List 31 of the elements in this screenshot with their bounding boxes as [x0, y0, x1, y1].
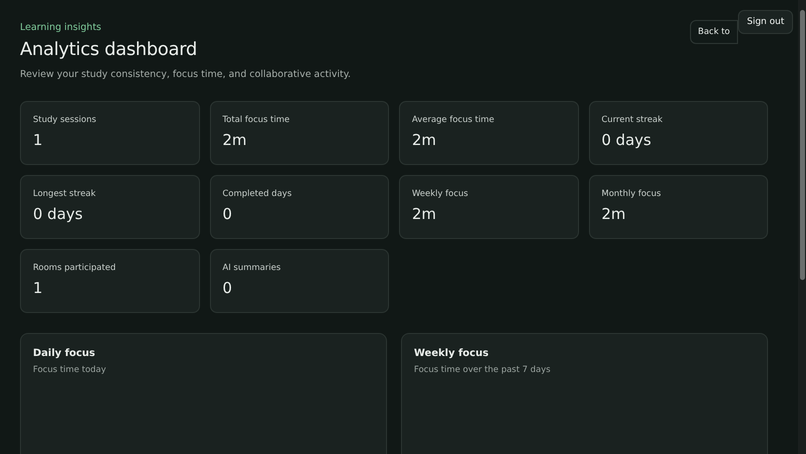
stat-value: 1: [33, 279, 44, 297]
stat-label: Completed days: [222, 189, 293, 199]
sign-out-button[interactable]: Sign out: [738, 10, 794, 34]
stat-label: Average focus time: [412, 115, 496, 125]
panel-subtitle: Focus time over the past 7 days: [414, 365, 552, 375]
stat-label: Rooms participated: [33, 263, 117, 273]
stat-label: AI summaries: [222, 263, 282, 273]
scrollbar-thumb[interactable]: [800, 10, 805, 280]
stat-value: 0 days: [602, 131, 652, 149]
stat-label: Current streak: [602, 115, 664, 125]
stat-value: 2m: [412, 205, 438, 223]
stat-value: 2m: [602, 205, 627, 223]
stat-label: Study sessions: [33, 115, 98, 125]
stat-value: 0: [222, 279, 234, 297]
scrollbar[interactable]: [798, 0, 806, 454]
page-title: Analytics dashboard: [20, 39, 198, 60]
stat-label: Total focus time: [222, 115, 291, 125]
stat-label: Weekly focus: [412, 189, 470, 199]
eyebrow-label: Learning insights: [20, 22, 102, 33]
page-subtitle: Review your study consistency, focus time, and collaborative activity.: [20, 69, 351, 80]
panel-title: Daily focus: [33, 348, 96, 359]
back-button[interactable]: Back to: [690, 20, 738, 44]
stat-value: 0 days: [33, 205, 84, 223]
stat-label: Longest streak: [33, 189, 97, 199]
stat-value: 2m: [412, 131, 438, 149]
panel-subtitle: Focus time today: [33, 365, 108, 375]
stat-value: 0: [222, 205, 234, 223]
stat-value: 1: [33, 131, 44, 149]
panel-title: Weekly focus: [414, 348, 490, 359]
stat-label: Monthly focus: [602, 189, 662, 199]
stat-value: 2m: [222, 131, 248, 149]
